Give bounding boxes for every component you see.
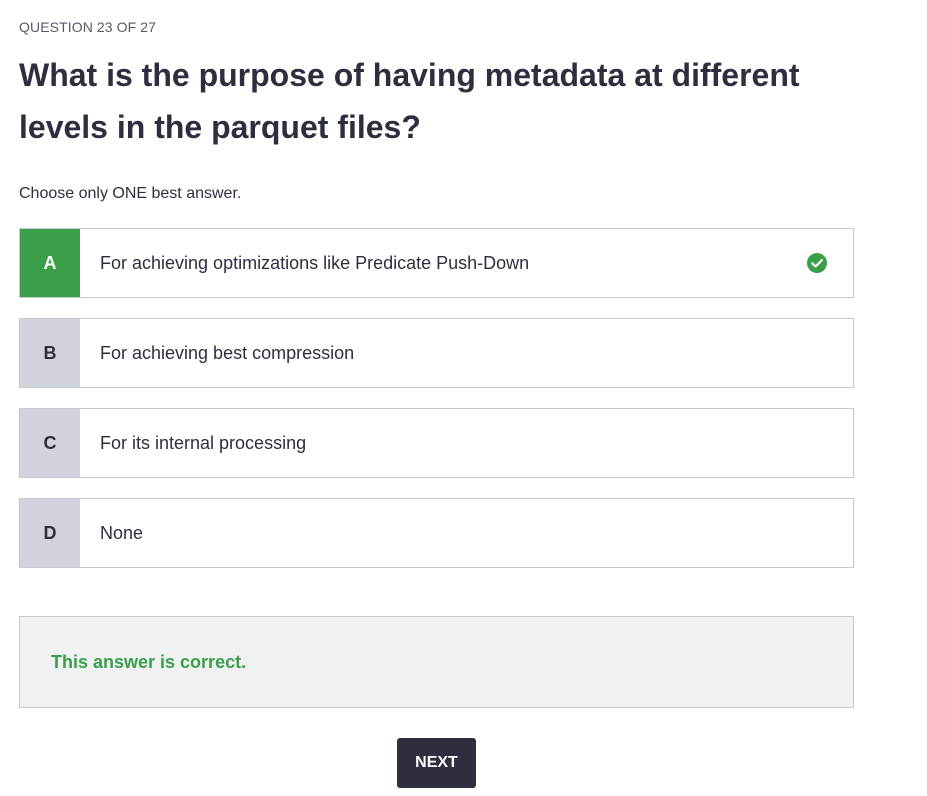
option-d[interactable]: D None: [19, 498, 854, 568]
option-text: For achieving best compression: [100, 342, 355, 363]
next-button[interactable]: NEXT: [397, 738, 476, 788]
option-text: For its internal processing: [100, 432, 307, 453]
option-letter: B: [20, 319, 80, 387]
option-c[interactable]: C For its internal processing: [19, 408, 854, 478]
answer-instruction: Choose only ONE best answer.: [19, 185, 242, 202]
feedback-panel: This answer is correct.: [19, 616, 854, 708]
question-progress: QUESTION 23 OF 27: [19, 19, 157, 35]
option-letter: D: [20, 499, 80, 567]
feedback-message: This answer is correct.: [51, 651, 247, 672]
option-text: None: [100, 522, 144, 543]
check-circle-icon: [807, 253, 827, 273]
answer-options: A For achieving optimizations like Predi…: [19, 228, 854, 568]
question-title: What is the purpose of having metadata a…: [19, 57, 800, 145]
option-a[interactable]: A For achieving optimizations like Predi…: [19, 228, 854, 298]
option-letter: A: [20, 229, 80, 297]
option-text: For achieving optimizations like Predica…: [100, 252, 530, 273]
option-letter: C: [20, 409, 80, 477]
option-b[interactable]: B For achieving best compression: [19, 318, 854, 388]
